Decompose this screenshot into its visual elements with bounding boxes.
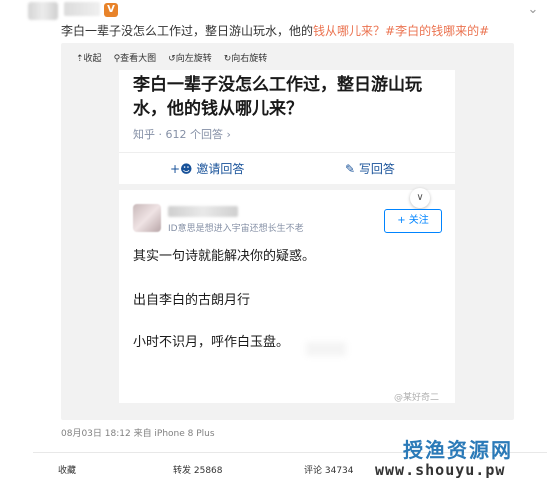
- site-watermark-url: www.shouyu.pw: [375, 461, 506, 479]
- view-large-button[interactable]: ⚲查看大图: [114, 51, 157, 67]
- comment-button[interactable]: 评论 34734: [304, 463, 354, 476]
- rotate-right-button[interactable]: ↻向右旋转: [224, 51, 268, 67]
- post-meta: 08月03日 18:12 来自 iPhone 8 Plus: [61, 429, 215, 439]
- answer-avatar[interactable]: [133, 204, 161, 232]
- collapse-button[interactable]: ⇡收起: [76, 51, 102, 67]
- collect-button[interactable]: 收藏: [58, 463, 76, 476]
- expand-icon[interactable]: ∨: [410, 188, 430, 208]
- answer-author-bio: ID意思是想进入宇宙还想长生不老: [168, 224, 304, 234]
- answer-watermark: @某好奇二: [394, 393, 440, 403]
- post-text-link[interactable]: 钱从哪儿来？: [313, 24, 385, 38]
- site-watermark-name: 授渔资源网: [403, 438, 513, 462]
- image-toolbar: ⇡收起 ⚲查看大图 ↺向左旋转 ↻向右旋转: [76, 51, 267, 67]
- post-text-main: 李白一辈子没怎么工作过，整日游山玩水，他的: [61, 24, 314, 38]
- answer-line-1: 其实一句诗就能解决你的疑惑。: [133, 249, 316, 264]
- question-meta: 知乎 · 612 个回答 ›: [133, 128, 231, 141]
- invite-answer-button[interactable]: +☻ 邀请回答: [170, 160, 244, 177]
- answer-author-name[interactable]: [168, 206, 238, 217]
- collapse-icon: ⇡: [76, 54, 84, 64]
- hashtag-link[interactable]: #李白的钱哪来的#: [385, 24, 489, 38]
- username[interactable]: [64, 2, 100, 16]
- rotate-right-icon: ↻: [223, 54, 232, 64]
- avatar[interactable]: [28, 2, 58, 20]
- write-answer-button[interactable]: ✎ 写回答: [345, 160, 395, 177]
- post-text: 李白一辈子没怎么工作过，整日游山玩水，他的钱从哪儿来？#李白的钱哪来的#: [61, 23, 531, 39]
- rotate-left-button[interactable]: ↺向左旋转: [168, 51, 212, 67]
- blur-mask: [306, 342, 346, 356]
- answer-line-3: 小时不识月，呼作白玉盘。: [133, 335, 290, 350]
- rotate-left-icon: ↺: [168, 54, 176, 64]
- repost-button[interactable]: 转发 25868: [173, 463, 223, 476]
- vip-badge: V: [104, 3, 118, 17]
- follow-button[interactable]: + 关注: [384, 209, 442, 233]
- edit-icon: ✎: [345, 162, 359, 176]
- answer-line-2: 出自李白的古朗月行: [133, 293, 251, 308]
- add-user-icon: +☻: [170, 162, 197, 176]
- chevron-down-icon[interactable]: ⌄: [525, 2, 541, 18]
- question-title: 李白一辈子没怎么工作过，整日游山玩水，他的钱从哪儿来？: [133, 75, 422, 119]
- search-icon: ⚲: [113, 54, 121, 64]
